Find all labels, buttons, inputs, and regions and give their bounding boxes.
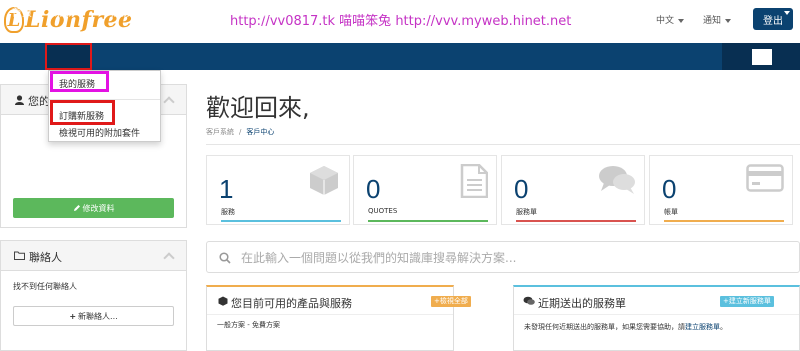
chevron-down-icon <box>80 11 86 15</box>
new-contact-button[interactable]: + 新聯絡人... <box>13 306 174 326</box>
tickets-card-title: 近期送出的服務單 <box>538 297 626 310</box>
profile-panel-title: 您的 <box>28 95 50 108</box>
nav-home-label: 首頁 <box>12 8 32 19</box>
products-card: 您目前可用的產品與服務 +檢視全部 一般方案 - 免費方案 <box>206 285 471 351</box>
open-ticket-link[interactable]: 建立服務單 <box>685 323 720 331</box>
nav-home[interactable]: 首頁 <box>12 0 32 27</box>
stat-value: 0 <box>514 174 529 204</box>
stat-label: 服務單 <box>516 208 537 216</box>
nav-open-ticket-label: 建立服務單 <box>238 8 288 19</box>
credit-card-icon <box>746 164 784 192</box>
tickets-empty-text: 未發現任何近期送出的服務單，如果您需要協助，請建立服務單。 <box>524 322 727 332</box>
nav-billing[interactable]: 帳務 <box>110 0 141 27</box>
new-contact-label: 新聯絡人... <box>78 311 118 321</box>
collapse-icon[interactable] <box>163 252 175 264</box>
stat-value: 0 <box>662 174 677 204</box>
contacts-panel-title: 聯絡人 <box>29 251 62 264</box>
stat-label: 帳單 <box>664 208 678 216</box>
kb-search-input[interactable] <box>241 248 781 268</box>
divider <box>206 144 800 145</box>
document-icon <box>460 164 488 198</box>
search-icon <box>219 252 231 264</box>
contacts-panel-header: 聯絡人 <box>1 241 186 271</box>
page-title: 歡迎回來, <box>206 94 310 122</box>
stat-accent-bar <box>221 220 341 222</box>
new-ticket-label: 建立新服務單 <box>728 297 771 305</box>
stat-value: 1 <box>219 174 234 204</box>
folder-icon <box>14 251 25 260</box>
breadcrumb-item[interactable]: 客戶系統 <box>206 128 234 136</box>
chat-icon <box>599 166 635 194</box>
menu-item-view-addons[interactable]: 檢視可用的附加套件 <box>59 126 140 139</box>
pencil-icon <box>73 205 80 211</box>
highlight-box-order-new-service <box>50 100 115 125</box>
cube-icon <box>218 296 228 306</box>
stat-label: QUOTES <box>368 207 398 215</box>
nav-support-label: 技術支援 <box>163 8 203 19</box>
main-nav <box>0 43 800 70</box>
notifications-label: 通知 <box>703 16 722 26</box>
nav-active-highlight <box>45 43 92 70</box>
highlight-box-my-services <box>50 71 109 92</box>
tickets-empty-prefix: 未發現任何近期送出的服務單，如果您需要協助，請 <box>524 323 685 331</box>
nav-billing-label: 帳務 <box>110 8 130 19</box>
tickets-card: 近期送出的服務單 +建立新服務單 未發現任何近期送出的服務單，如果您需要協助，請… <box>513 285 800 351</box>
products-card-header: 您目前可用的產品與服務 +檢視全部 <box>207 287 471 315</box>
avatar[interactable] <box>752 49 772 65</box>
product-row[interactable]: 一般方案 - 免費方案 <box>217 320 280 330</box>
stat-tile-quotes[interactable]: 0 QUOTES <box>353 155 497 225</box>
stat-value: 0 <box>366 174 381 204</box>
nav-open-ticket[interactable]: 建立服務單 <box>238 0 288 27</box>
stat-accent-bar <box>368 220 488 222</box>
stat-label: 服務 <box>221 208 235 216</box>
language-label: 中文 <box>656 16 675 26</box>
edit-profile-label: 修改資料 <box>82 203 115 213</box>
stat-tile-tickets[interactable]: 0 服務單 <box>501 155 645 225</box>
stat-tile-invoices[interactable]: 0 帳單 <box>649 155 793 225</box>
nav-services-label: 服務 <box>55 8 75 19</box>
contacts-panel: 聯絡人 找不到任何聯絡人 <box>0 240 187 351</box>
chevron-down-icon <box>725 18 732 23</box>
view-all-button[interactable]: +檢視全部 <box>431 296 471 307</box>
stat-accent-bar <box>516 220 636 222</box>
language-menu[interactable]: 中文 <box>656 13 685 26</box>
nav-services[interactable]: 服務 <box>55 0 86 27</box>
plus-icon: + <box>69 311 77 321</box>
chevron-down-icon <box>208 11 214 15</box>
breadcrumb: 客戶系統 / 客戶中心 <box>206 128 275 136</box>
breadcrumb-current: 客戶中心 <box>246 128 275 136</box>
kb-search-box <box>206 241 800 273</box>
products-card-title: 您目前可用的產品與服務 <box>231 297 352 310</box>
view-all-label: 檢視全部 <box>439 297 468 305</box>
stat-accent-bar <box>664 220 784 222</box>
cube-icon <box>310 166 338 195</box>
new-ticket-button[interactable]: +建立新服務單 <box>720 296 774 307</box>
nav-support[interactable]: 技術支援 <box>163 0 214 27</box>
chevron-down-icon <box>678 18 685 23</box>
user-icon <box>15 95 24 105</box>
contacts-empty-text: 找不到任何聯絡人 <box>13 282 77 291</box>
nav-greeting: 嗨， <box>732 8 752 19</box>
chevron-down-icon <box>135 11 141 15</box>
collapse-icon[interactable] <box>163 96 175 108</box>
chat-icon <box>523 296 535 305</box>
tickets-card-header: 近期送出的服務單 +建立新服務單 <box>514 287 799 315</box>
notifications-menu[interactable]: 通知 <box>703 13 732 26</box>
stat-tile-services[interactable]: 1 服務 <box>206 155 350 225</box>
account-menu-caret[interactable] <box>779 0 790 27</box>
edit-profile-button[interactable]: 修改資料 <box>13 198 174 218</box>
tickets-empty-suffix: 。 <box>720 323 727 331</box>
chevron-down-icon <box>784 11 790 15</box>
